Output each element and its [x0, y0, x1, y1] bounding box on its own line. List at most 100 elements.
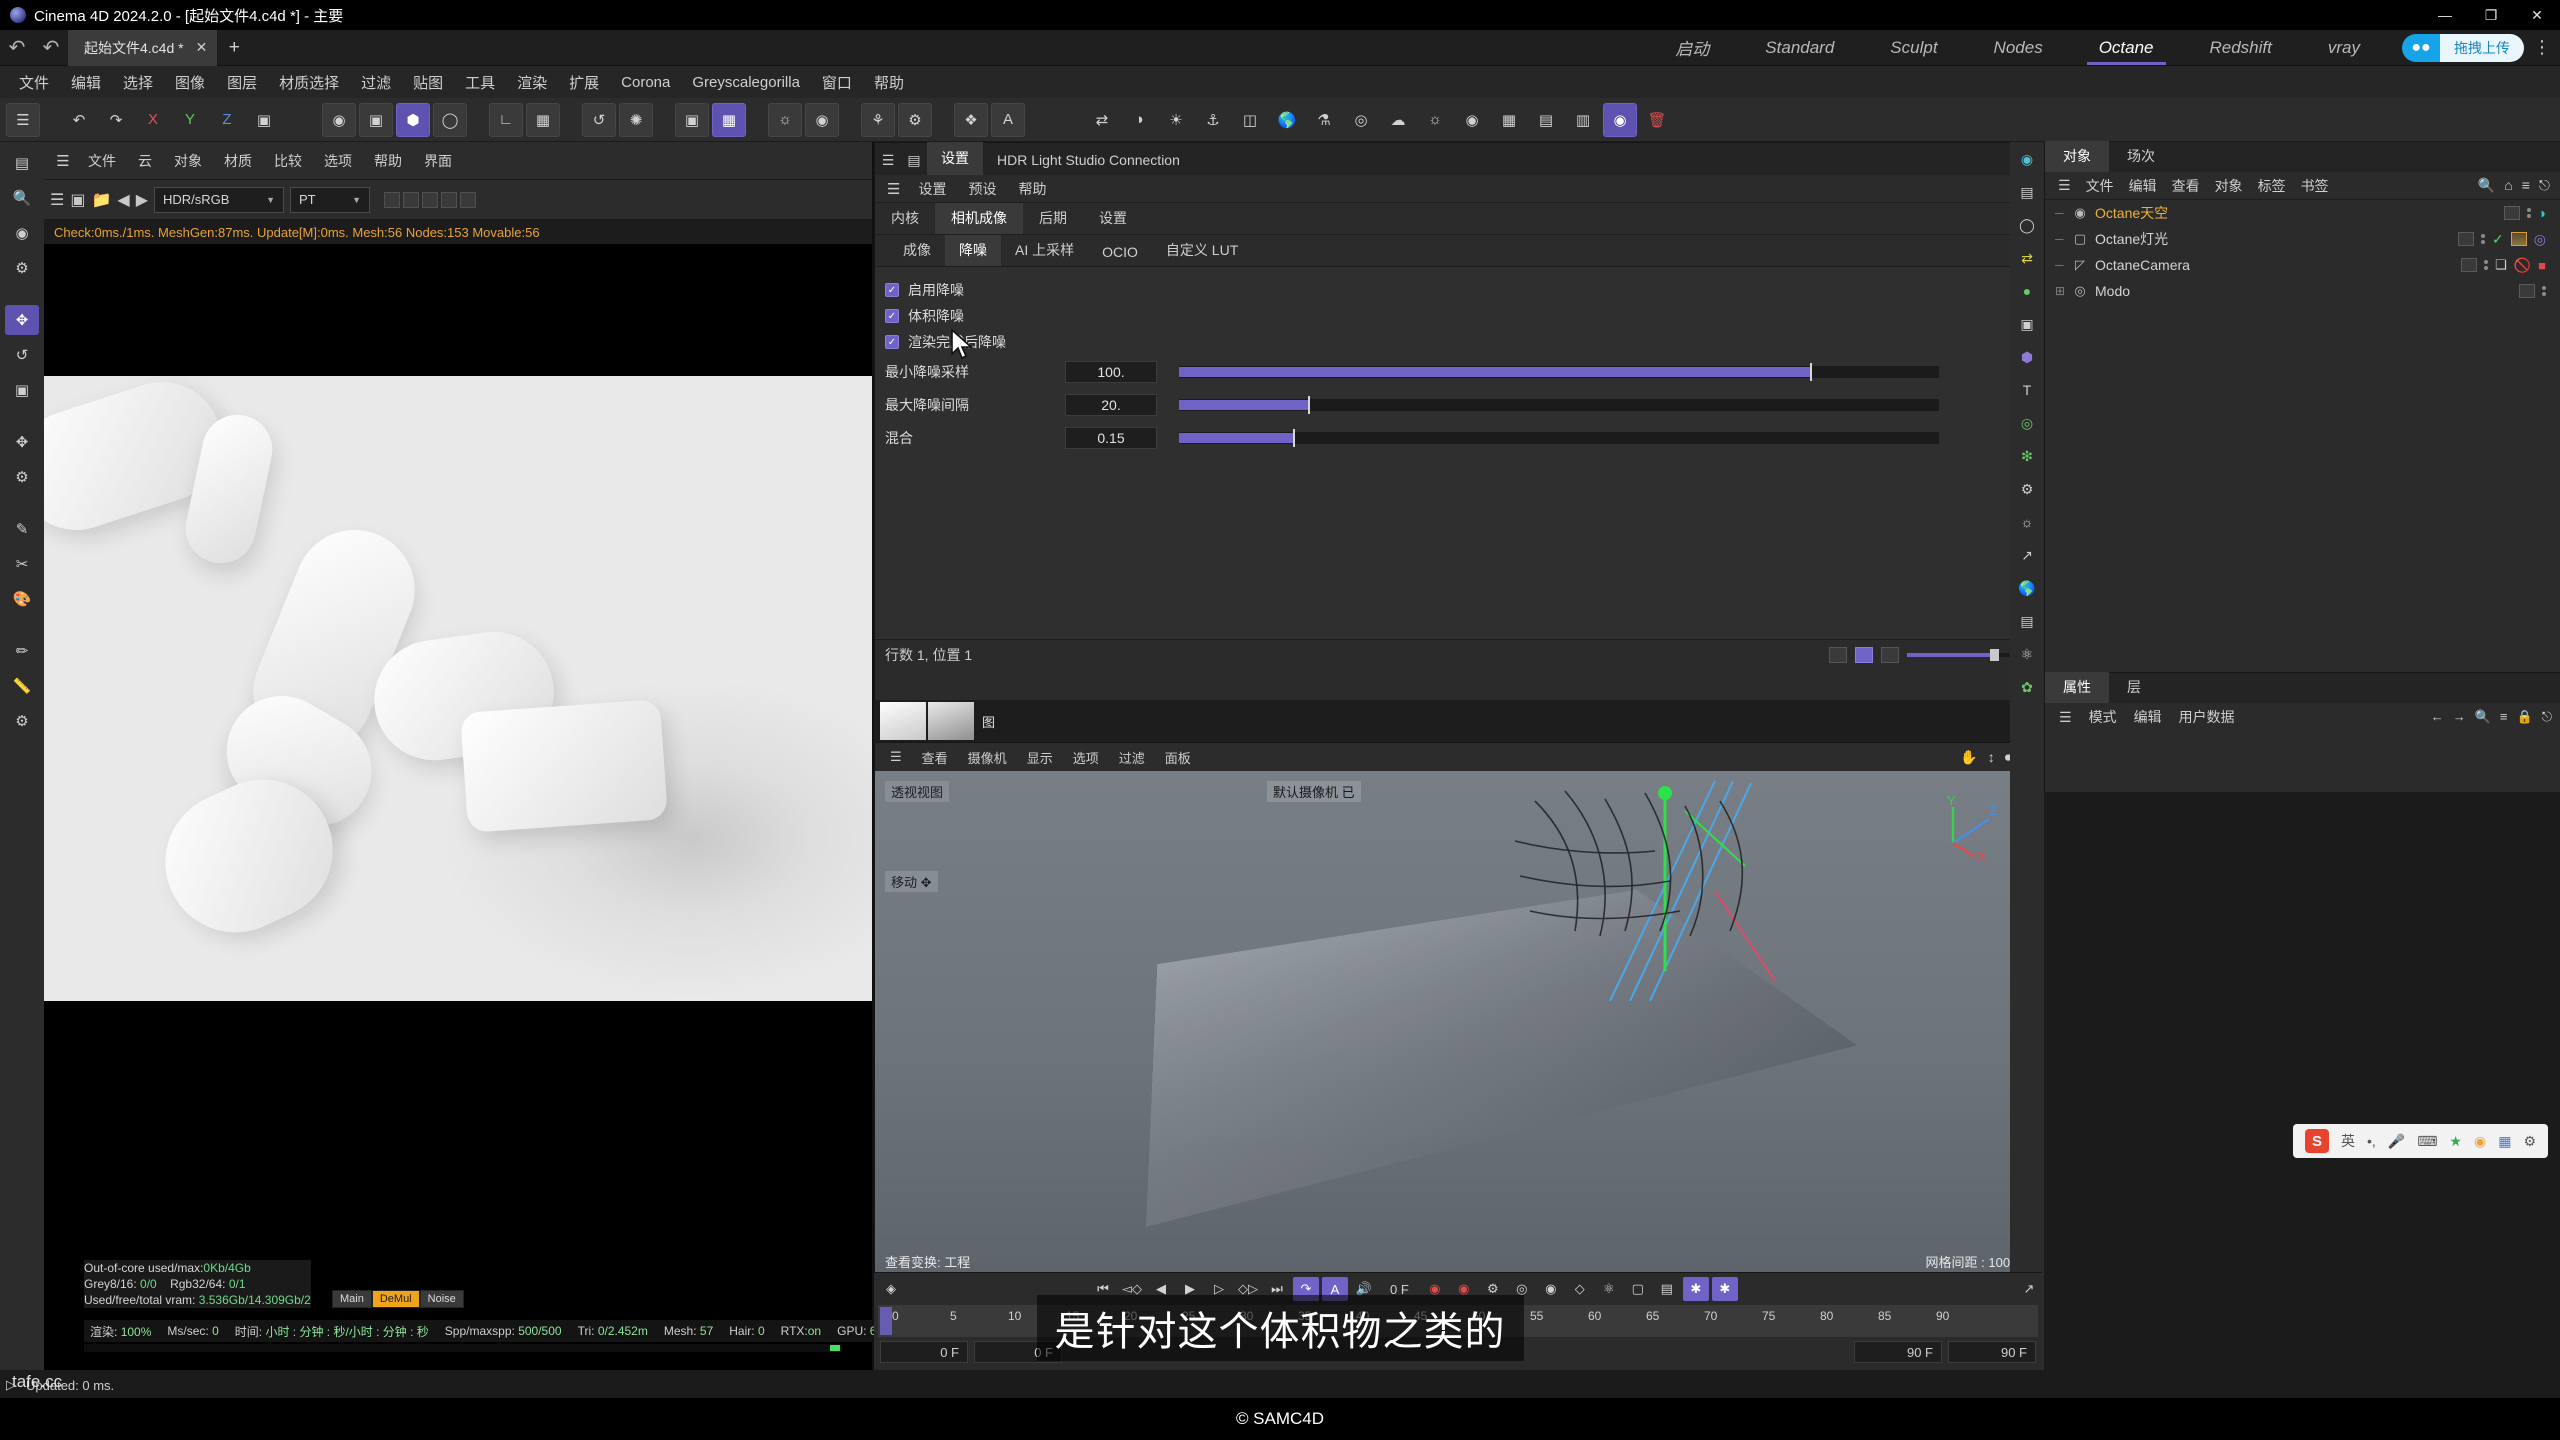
- octane-hamburger-icon[interactable]: ☰: [875, 152, 901, 175]
- anchor-icon[interactable]: ⚓: [1196, 103, 1230, 137]
- octane-tab-camera-imager[interactable]: 相机成像: [935, 203, 1023, 234]
- checkbox-denoise-after-render[interactable]: ✓: [885, 335, 899, 349]
- octane-menu-help[interactable]: 帮助: [1008, 179, 1056, 199]
- om-menu-view[interactable]: 查看: [2165, 176, 2207, 196]
- menu-item-material-select[interactable]: 材质选择: [268, 72, 350, 93]
- octane-node-editor-icon[interactable]: ▤: [2013, 179, 2041, 205]
- pv-menu-help[interactable]: 帮助: [364, 151, 412, 171]
- camera-icon[interactable]: ◉: [805, 102, 839, 137]
- layers-icon[interactable]: ▤: [1529, 103, 1563, 137]
- checkbox-volume-denoise[interactable]: ✓: [885, 309, 899, 323]
- octane-tab-imaging[interactable]: 成像: [889, 235, 945, 266]
- tab-attributes[interactable]: 属性: [2045, 672, 2109, 703]
- attr-menu-userdata[interactable]: 用户数据: [2171, 707, 2243, 727]
- globe-icon[interactable]: 🌎: [1270, 103, 1304, 137]
- pv-menu-material[interactable]: 材质: [214, 151, 262, 171]
- channel-button-5[interactable]: [460, 191, 477, 208]
- home-icon[interactable]: ⌂: [2504, 177, 2512, 194]
- layout-tab-redshift[interactable]: Redshift: [2182, 30, 2300, 66]
- contrast-icon[interactable]: ◑: [1122, 103, 1156, 137]
- pv-menu-object[interactable]: 对象: [164, 151, 212, 171]
- key-scale-icon[interactable]: ◇: [1567, 1277, 1593, 1301]
- goto-start-icon[interactable]: ⏮: [1090, 1277, 1116, 1301]
- pen-tool-icon[interactable]: ✏: [5, 636, 39, 666]
- close-icon[interactable]: ✕: [196, 39, 208, 56]
- octane-tab-denoise[interactable]: 降噪: [945, 235, 1001, 266]
- filter-icon[interactable]: ≡: [2522, 177, 2530, 194]
- menu-item-tools[interactable]: 工具: [454, 72, 506, 93]
- axis-move-icon[interactable]: ✥: [5, 427, 39, 457]
- checkbox-row-enable-denoise[interactable]: ✓ 启用降噪: [885, 277, 2041, 303]
- octane-swap-icon[interactable]: ⇄: [2013, 245, 2041, 271]
- octane-scatter-icon[interactable]: ❇: [2013, 443, 2041, 469]
- chip-demul[interactable]: DeMul: [371, 1290, 420, 1308]
- om-menu-edit[interactable]: 编辑: [2122, 176, 2164, 196]
- target-icon[interactable]: ◎: [1344, 103, 1378, 137]
- octane-tab-ai-upsample[interactable]: AI 上采样: [1001, 235, 1088, 266]
- value-max-denoise-interval[interactable]: 20.: [1065, 393, 1157, 416]
- live-selection-icon[interactable]: ▤: [5, 148, 39, 178]
- close-button[interactable]: ✕: [2514, 0, 2560, 30]
- package-icon[interactable]: ◫: [1233, 103, 1267, 137]
- deformer-icon[interactable]: ↺: [582, 102, 616, 137]
- octane-menu-settings[interactable]: 设置: [908, 179, 956, 199]
- clone-tool-icon[interactable]: ⚙: [5, 706, 39, 736]
- shuffle-icon[interactable]: ⇄: [1085, 103, 1119, 137]
- menu-item-render[interactable]: 渲染: [506, 72, 558, 93]
- visibility-dots-3[interactable]: [2484, 260, 2489, 270]
- visibility-dots-4[interactable]: [2542, 286, 2546, 296]
- primitive-cube-icon[interactable]: ▣: [359, 102, 393, 137]
- key-position-icon[interactable]: ◎: [1509, 1277, 1535, 1301]
- channel-button-3[interactable]: [422, 191, 439, 208]
- view-grid-icon[interactable]: [1855, 646, 1873, 663]
- object-row-modo[interactable]: ⊞ ◎ Modo: [2045, 278, 2560, 304]
- brush-tool-icon[interactable]: ✎: [5, 514, 39, 544]
- octane-cube-icon[interactable]: ▣: [2013, 311, 2041, 337]
- om-menu-tags[interactable]: 标签: [2251, 176, 2293, 196]
- autokey-icon[interactable]: A: [1322, 1277, 1348, 1301]
- prev-key-icon[interactable]: ◅◇: [1119, 1277, 1145, 1301]
- octane-settings-icon[interactable]: ⚙: [2013, 476, 2041, 502]
- pv-menu-cloud[interactable]: 云: [128, 151, 162, 171]
- cloud-icon[interactable]: ☁: [1381, 103, 1415, 137]
- pan-icon[interactable]: ✋: [1960, 749, 1977, 766]
- edit-tag-icon-4[interactable]: [2519, 284, 2535, 298]
- menu-item-extensions[interactable]: 扩展: [558, 72, 610, 93]
- lock-icon[interactable]: 🔒: [2517, 709, 2533, 725]
- pv-menu-file[interactable]: 文件: [78, 151, 126, 171]
- ime-punctuation-icon[interactable]: •,: [2367, 1133, 2376, 1149]
- viewport-canvas[interactable]: 透视视图 默认摄像机 已 移动 ✥ Y Z X 查看变换: 工程 网格间距 : …: [875, 771, 2041, 1273]
- knife-tool-icon[interactable]: ✂: [5, 549, 39, 579]
- pv-menu-compare[interactable]: 比较: [264, 151, 312, 171]
- edit-tag-icon-2[interactable]: [2458, 232, 2475, 246]
- viewport-hamburger-icon[interactable]: ☰: [881, 749, 911, 765]
- viewport-menu-filter[interactable]: 过滤: [1110, 748, 1154, 767]
- layout-tab-standard[interactable]: Standard: [1737, 30, 1862, 66]
- attr-hamburger-icon[interactable]: ☰: [2051, 709, 2080, 726]
- octane-tab-hdrls[interactable]: HDR Light Studio Connection: [983, 146, 1194, 175]
- pv-save-icon[interactable]: ▣: [70, 190, 85, 210]
- octane-menu-hamburger-icon[interactable]: ☰: [881, 180, 906, 198]
- edit-tag-icon-1[interactable]: [2503, 206, 2520, 220]
- resize-icon[interactable]: ❏: [2495, 257, 2507, 273]
- menu-item-file[interactable]: 文件: [8, 72, 60, 93]
- value-min-denoise-samples[interactable]: 100.: [1065, 360, 1157, 383]
- frame-field-preview-end[interactable]: 90 F: [1948, 1341, 2036, 1363]
- pv-menu-options[interactable]: 选项: [314, 151, 362, 171]
- attr-menu-mode[interactable]: 模式: [2081, 707, 2125, 727]
- object-row-octane-sky[interactable]: ─ ◉ Octane天空 ◑: [2045, 200, 2560, 226]
- dolly-icon[interactable]: ↕: [1988, 749, 1995, 766]
- mic-icon[interactable]: 🎤: [2388, 1133, 2405, 1150]
- viewport-menu-panel[interactable]: 面板: [1156, 748, 1200, 767]
- chip-noise[interactable]: Noise: [419, 1290, 464, 1308]
- render-mode-dropdown[interactable]: PT ▼: [290, 186, 371, 213]
- attr-expand-icon[interactable]: ⎋: [2542, 709, 2552, 725]
- curve-editor-icon[interactable]: ↗: [2016, 1277, 2042, 1301]
- grid-icon[interactable]: ▦: [2498, 1133, 2511, 1150]
- lab-icon[interactable]: ⚗: [1307, 103, 1341, 137]
- pv-menu-interface[interactable]: 界面: [414, 151, 462, 171]
- axis-z-icon[interactable]: Z: [210, 103, 244, 137]
- octane-curve-icon[interactable]: ↗: [2013, 542, 2041, 568]
- expand-plus-icon[interactable]: ⊞: [2055, 284, 2065, 298]
- menu-item-texture[interactable]: 贴图: [402, 72, 454, 93]
